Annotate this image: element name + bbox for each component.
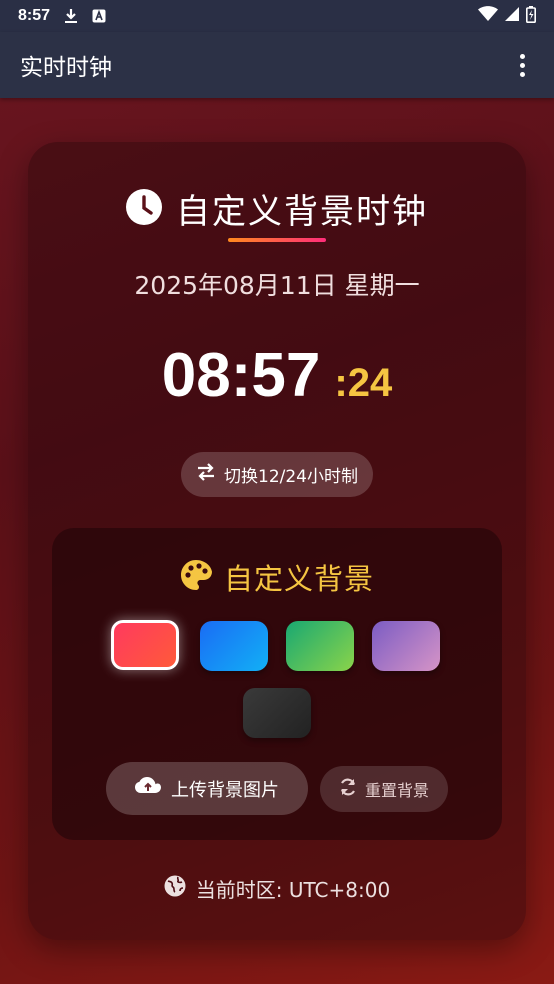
palette-icon [180,559,212,595]
upload-label: 上传背景图片 [171,779,279,801]
time-seconds: :24 [334,361,393,405]
more-vert-icon[interactable] [510,50,534,80]
status-time: 8:57 [18,7,51,24]
globe-icon [164,875,186,902]
time-hours-minutes: 08:57 [161,341,321,410]
text-a-icon [92,9,106,23]
time-display: 08:57 :24 [28,340,526,411]
app-title: 实时时钟 [20,55,112,81]
clock-icon [126,188,162,229]
background-panel: 自定义背景 上传背景图片 重置背景 [52,528,502,840]
reset-background-button[interactable]: 重置背景 [320,766,448,812]
cloud-upload-icon [135,776,161,801]
reset-label: 重置背景 [364,781,429,800]
toggle-label: 切换12/24小时制 [224,467,358,487]
status-bar: 8:57 [0,0,554,32]
refresh-icon [339,778,357,800]
app-bar: 实时时钟 [0,32,554,98]
swatch-dark[interactable] [243,688,311,738]
download-icon [64,8,78,24]
title-underline [228,238,326,242]
clock-title: 自定义背景时钟 [176,192,428,232]
swatch-blue[interactable] [200,621,268,671]
date-text: 2025年08月11日 星期一 [134,271,420,300]
toggle-12-24-button[interactable]: 切换12/24小时制 [181,452,373,497]
timezone-info: 当前时区: UTC+8:00 [28,874,526,903]
swatch-red[interactable] [111,620,179,670]
swatch-purple[interactable] [372,621,440,671]
battery-icon [526,5,536,27]
swap-icon [196,463,216,486]
signal-icon [504,6,520,26]
clock-header: 自定义背景时钟 [28,184,526,233]
wifi-icon [478,6,498,26]
background-header: 自定义背景 [52,556,502,598]
swatch-green[interactable] [286,621,354,671]
upload-background-button[interactable]: 上传背景图片 [106,762,308,815]
background-title: 自定义背景 [223,562,374,596]
clock-card: 自定义背景时钟 2025年08月11日 星期一 08:57 :24 切换12/2… [28,142,526,940]
timezone-label: 当前时区: UTC+8:00 [195,878,391,902]
